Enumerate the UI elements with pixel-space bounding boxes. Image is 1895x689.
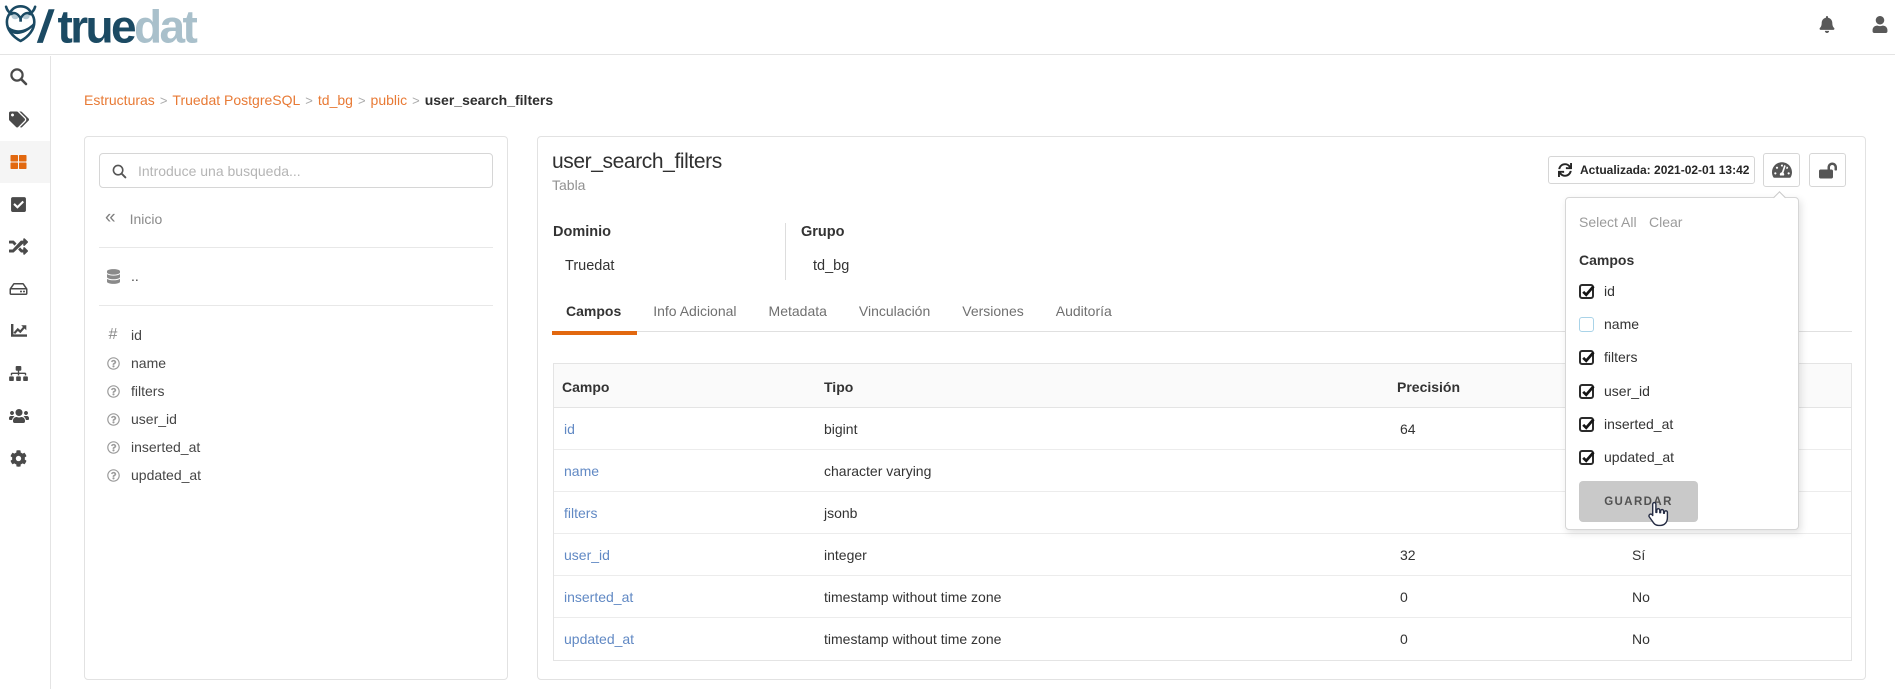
svg-text:truedat: truedat bbox=[58, 1, 198, 49]
